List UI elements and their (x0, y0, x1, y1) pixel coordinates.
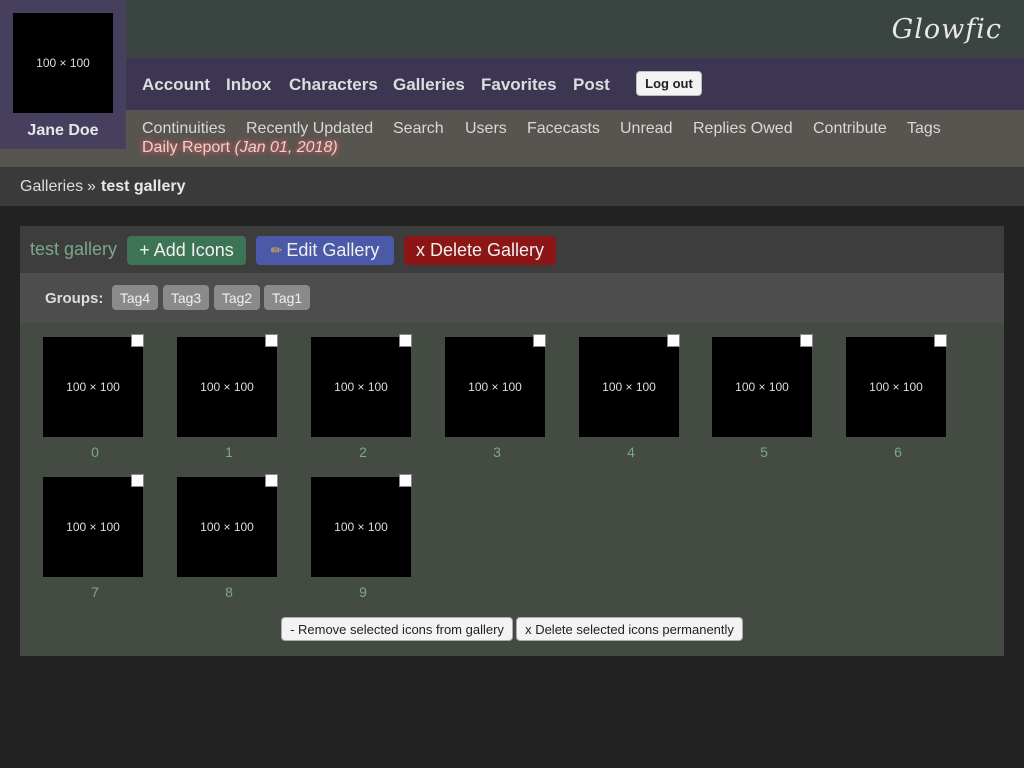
icon-select-checkbox[interactable] (265, 474, 278, 487)
gallery-header: test gallery + Add Icons ✏ Edit Gallery x… (20, 226, 1004, 273)
tag-badge[interactable]: Tag3 (163, 285, 209, 310)
icon-name[interactable]: 1 (179, 444, 279, 460)
subnav-search[interactable]: Search (393, 120, 444, 138)
tag-badge[interactable]: Tag4 (112, 285, 158, 310)
daily-report-link[interactable]: Daily Report (Jan 01, 2018) (142, 139, 338, 157)
icon-select-checkbox[interactable] (667, 334, 680, 347)
add-icons-button[interactable]: + Add Icons (127, 236, 246, 265)
subnav-unread[interactable]: Unread (620, 120, 672, 138)
icon-image[interactable]: 100 × 100 (311, 477, 411, 577)
gallery-title: test gallery (30, 239, 118, 259)
icon-name[interactable]: 7 (45, 584, 145, 600)
icon-name[interactable]: 0 (45, 444, 145, 460)
sub-nav: Continuities Recently Updated Search Use… (0, 110, 1024, 167)
subnav-tags[interactable]: Tags (907, 120, 941, 138)
gallery-panel: test gallery + Add Icons ✏ Edit Gallery x… (20, 226, 1004, 656)
icon-name[interactable]: 5 (714, 444, 814, 460)
tag-badge[interactable]: Tag1 (264, 285, 310, 310)
nav-characters[interactable]: Characters (289, 75, 378, 95)
nav-favorites[interactable]: Favorites (481, 75, 557, 95)
nav-post[interactable]: Post (573, 75, 610, 95)
user-box: 100 × 100 Jane Doe (0, 0, 126, 149)
subnav-recently-updated[interactable]: Recently Updated (246, 120, 373, 138)
breadcrumb-galleries[interactable]: Galleries (20, 178, 83, 196)
avatar[interactable]: 100 × 100 (13, 13, 113, 113)
icon-select-checkbox[interactable] (131, 334, 144, 347)
edit-gallery-label: Edit Gallery (286, 240, 380, 260)
subnav-facecasts[interactable]: Facecasts (527, 120, 600, 138)
icon-image[interactable]: 100 × 100 (177, 477, 277, 577)
subnav-continuities[interactable]: Continuities (142, 120, 226, 138)
icon-name[interactable]: 8 (179, 584, 279, 600)
username[interactable]: Jane Doe (0, 122, 126, 140)
nav-galleries[interactable]: Galleries (393, 75, 465, 95)
icon-image[interactable]: 100 × 100 (846, 337, 946, 437)
delete-gallery-button[interactable]: x Delete Gallery (404, 236, 556, 265)
icon-select-checkbox[interactable] (131, 474, 144, 487)
icon-select-checkbox[interactable] (265, 334, 278, 347)
breadcrumb: Galleries » test gallery (0, 167, 1024, 206)
icon-image[interactable]: 100 × 100 (43, 337, 143, 437)
icon-image[interactable]: 100 × 100 (445, 337, 545, 437)
daily-report-date: (Jan 01, 2018) (234, 139, 338, 156)
subnav-replies-owed[interactable]: Replies Owed (693, 120, 793, 138)
edit-gallery-button[interactable]: ✏ Edit Gallery (256, 236, 394, 265)
logout-button[interactable]: Log out (636, 71, 702, 96)
icon-image[interactable]: 100 × 100 (177, 337, 277, 437)
icon-name[interactable]: 9 (313, 584, 413, 600)
icon-select-checkbox[interactable] (800, 334, 813, 347)
delete-selected-button[interactable]: x Delete selected icons permanently (516, 617, 743, 641)
icon-image[interactable]: 100 × 100 (43, 477, 143, 577)
breadcrumb-current: test gallery (101, 178, 186, 195)
icon-image[interactable]: 100 × 100 (579, 337, 679, 437)
icon-name[interactable]: 6 (848, 444, 948, 460)
groups-label: Groups: (45, 290, 104, 307)
daily-report-label: Daily Report (142, 139, 231, 156)
icon-image[interactable]: 100 × 100 (311, 337, 411, 437)
nav-account[interactable]: Account (142, 75, 210, 95)
remove-selected-button[interactable]: - Remove selected icons from gallery (281, 617, 513, 641)
groups-bar: Groups: Tag4 Tag3 Tag2 Tag1 (20, 273, 1004, 323)
subnav-contribute[interactable]: Contribute (813, 120, 887, 138)
icon-select-checkbox[interactable] (934, 334, 947, 347)
icon-select-checkbox[interactable] (399, 474, 412, 487)
icon-image[interactable]: 100 × 100 (712, 337, 812, 437)
subnav-users[interactable]: Users (465, 120, 507, 138)
icon-name[interactable]: 3 (447, 444, 547, 460)
site-header: Glowfic (0, 0, 1024, 58)
icon-select-checkbox[interactable] (533, 334, 546, 347)
main-nav: Account Inbox Characters Galleries Favor… (0, 58, 1024, 110)
pencil-icon: ✏ (270, 242, 283, 258)
tag-badge[interactable]: Tag2 (214, 285, 260, 310)
icon-name[interactable]: 2 (313, 444, 413, 460)
breadcrumb-separator: » (87, 178, 96, 195)
nav-inbox[interactable]: Inbox (226, 75, 271, 95)
icon-select-checkbox[interactable] (399, 334, 412, 347)
site-logo[interactable]: Glowfic (892, 14, 1002, 45)
icon-name[interactable]: 4 (581, 444, 681, 460)
